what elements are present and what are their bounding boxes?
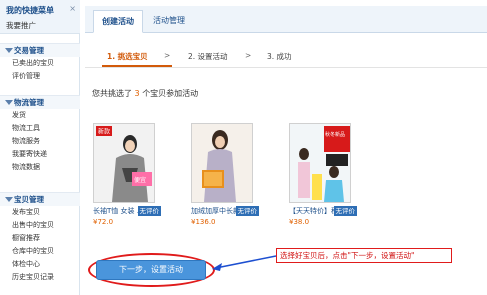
annotation-callout: 选择好宝贝后，点击"下一步，设置活动" [276, 248, 452, 263]
